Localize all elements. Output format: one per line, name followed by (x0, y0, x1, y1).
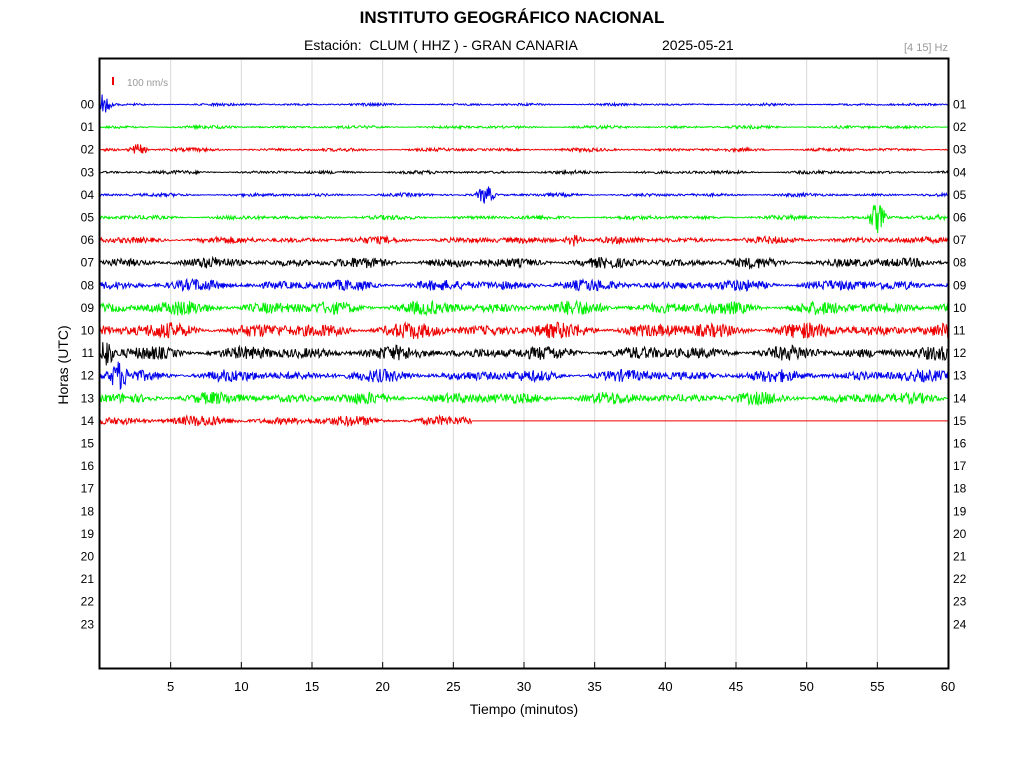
hour-label-right: 03 (953, 143, 967, 157)
hour-label-left: 14 (81, 414, 95, 428)
x-tick-label: 55 (870, 679, 884, 694)
left-hour-axis: 00 01 02 03 04 05 06 07 08 09 10 11 12 13 14 15 16 17 18 19… (81, 98, 95, 632)
hour-label-left: 01 (81, 120, 95, 134)
x-tick-label: 45 (729, 679, 743, 694)
scale-label: 100 nm/s (127, 78, 168, 89)
trace-hour-14 (99, 414, 473, 428)
x-tick-label: 50 (799, 679, 813, 694)
hour-label-right: 09 (953, 278, 967, 292)
hour-label-left: 04 (81, 188, 95, 202)
x-tick-label: 15 (305, 679, 319, 694)
hour-label-right: 23 (953, 595, 967, 609)
hour-label-right: 17 (953, 459, 967, 473)
hour-label-left: 17 (81, 482, 95, 496)
hour-label-right: 14 (953, 391, 967, 405)
hour-label-left: 10 (81, 324, 95, 338)
x-tick-label: 60 (941, 679, 955, 694)
hour-label-left: 21 (81, 572, 95, 586)
hour-label-right: 18 (953, 482, 967, 496)
hour-label-left: 15 (81, 437, 95, 451)
hour-label-left: 02 (81, 143, 95, 157)
hour-label-right: 22 (953, 572, 967, 586)
scale-bar-icon (112, 77, 114, 85)
hour-label-right: 10 (953, 301, 967, 315)
hour-label-right: 21 (953, 550, 967, 564)
hour-label-right: 24 (953, 617, 967, 631)
x-tick-label: 5 (167, 679, 174, 694)
hour-label-left: 07 (81, 256, 95, 270)
hour-label-right: 11 (953, 324, 966, 338)
hour-label-right: 06 (953, 211, 967, 225)
hour-label-right: 13 (953, 369, 967, 383)
hour-label-left: 03 (81, 165, 95, 179)
hour-label-left: 12 (81, 369, 95, 383)
hour-label-left: 18 (81, 504, 95, 518)
hour-label-right: 20 (953, 527, 967, 541)
hour-label-left: 11 (82, 346, 95, 360)
x-tick-label: 20 (375, 679, 389, 694)
hour-label-left: 20 (81, 550, 95, 564)
hour-label-left: 22 (81, 595, 95, 609)
x-tick-label: 35 (587, 679, 601, 694)
x-tick-label: 40 (658, 679, 672, 694)
hour-label-left: 13 (81, 391, 95, 405)
hour-label-right: 15 (953, 414, 967, 428)
x-tick-label: 10 (234, 679, 248, 694)
hour-label-left: 23 (81, 617, 95, 631)
hour-label-right: 08 (953, 256, 967, 270)
x-axis: 5 10 15 20 25 30 35 40 45 50 55 60 (167, 662, 955, 694)
hour-label-right: 01 (953, 98, 967, 112)
hour-label-right: 04 (953, 165, 967, 179)
hour-label-right: 19 (953, 504, 967, 518)
hour-label-left: 19 (81, 527, 95, 541)
seismogram-plot: 5 10 15 20 25 30 35 40 45 50 55 60 00 01 02 03 04 05 06 07… (55, 57, 967, 717)
y-axis-label: Horas (UTC) (55, 325, 71, 404)
x-tick-label: 30 (517, 679, 531, 694)
hour-label-left: 16 (81, 459, 95, 473)
x-tick-label: 25 (446, 679, 460, 694)
hour-label-left: 09 (81, 301, 95, 315)
hour-label-right: 07 (953, 233, 967, 247)
grid-lines (170, 60, 878, 667)
hour-label-left: 06 (81, 233, 95, 247)
x-axis-label: Tiempo (minutos) (470, 701, 578, 717)
hour-label-right: 02 (953, 120, 967, 134)
right-hour-axis: 01 02 03 04 05 06 07 08 09 10 11 12 13 14 15 16 17 18 19 20… (953, 98, 967, 632)
hour-label-right: 12 (953, 346, 967, 360)
hour-label-right: 05 (953, 188, 967, 202)
hour-label-right: 16 (953, 437, 967, 451)
hour-label-left: 05 (81, 211, 95, 225)
hour-label-left: 00 (81, 98, 95, 112)
hour-label-left: 08 (81, 278, 95, 292)
